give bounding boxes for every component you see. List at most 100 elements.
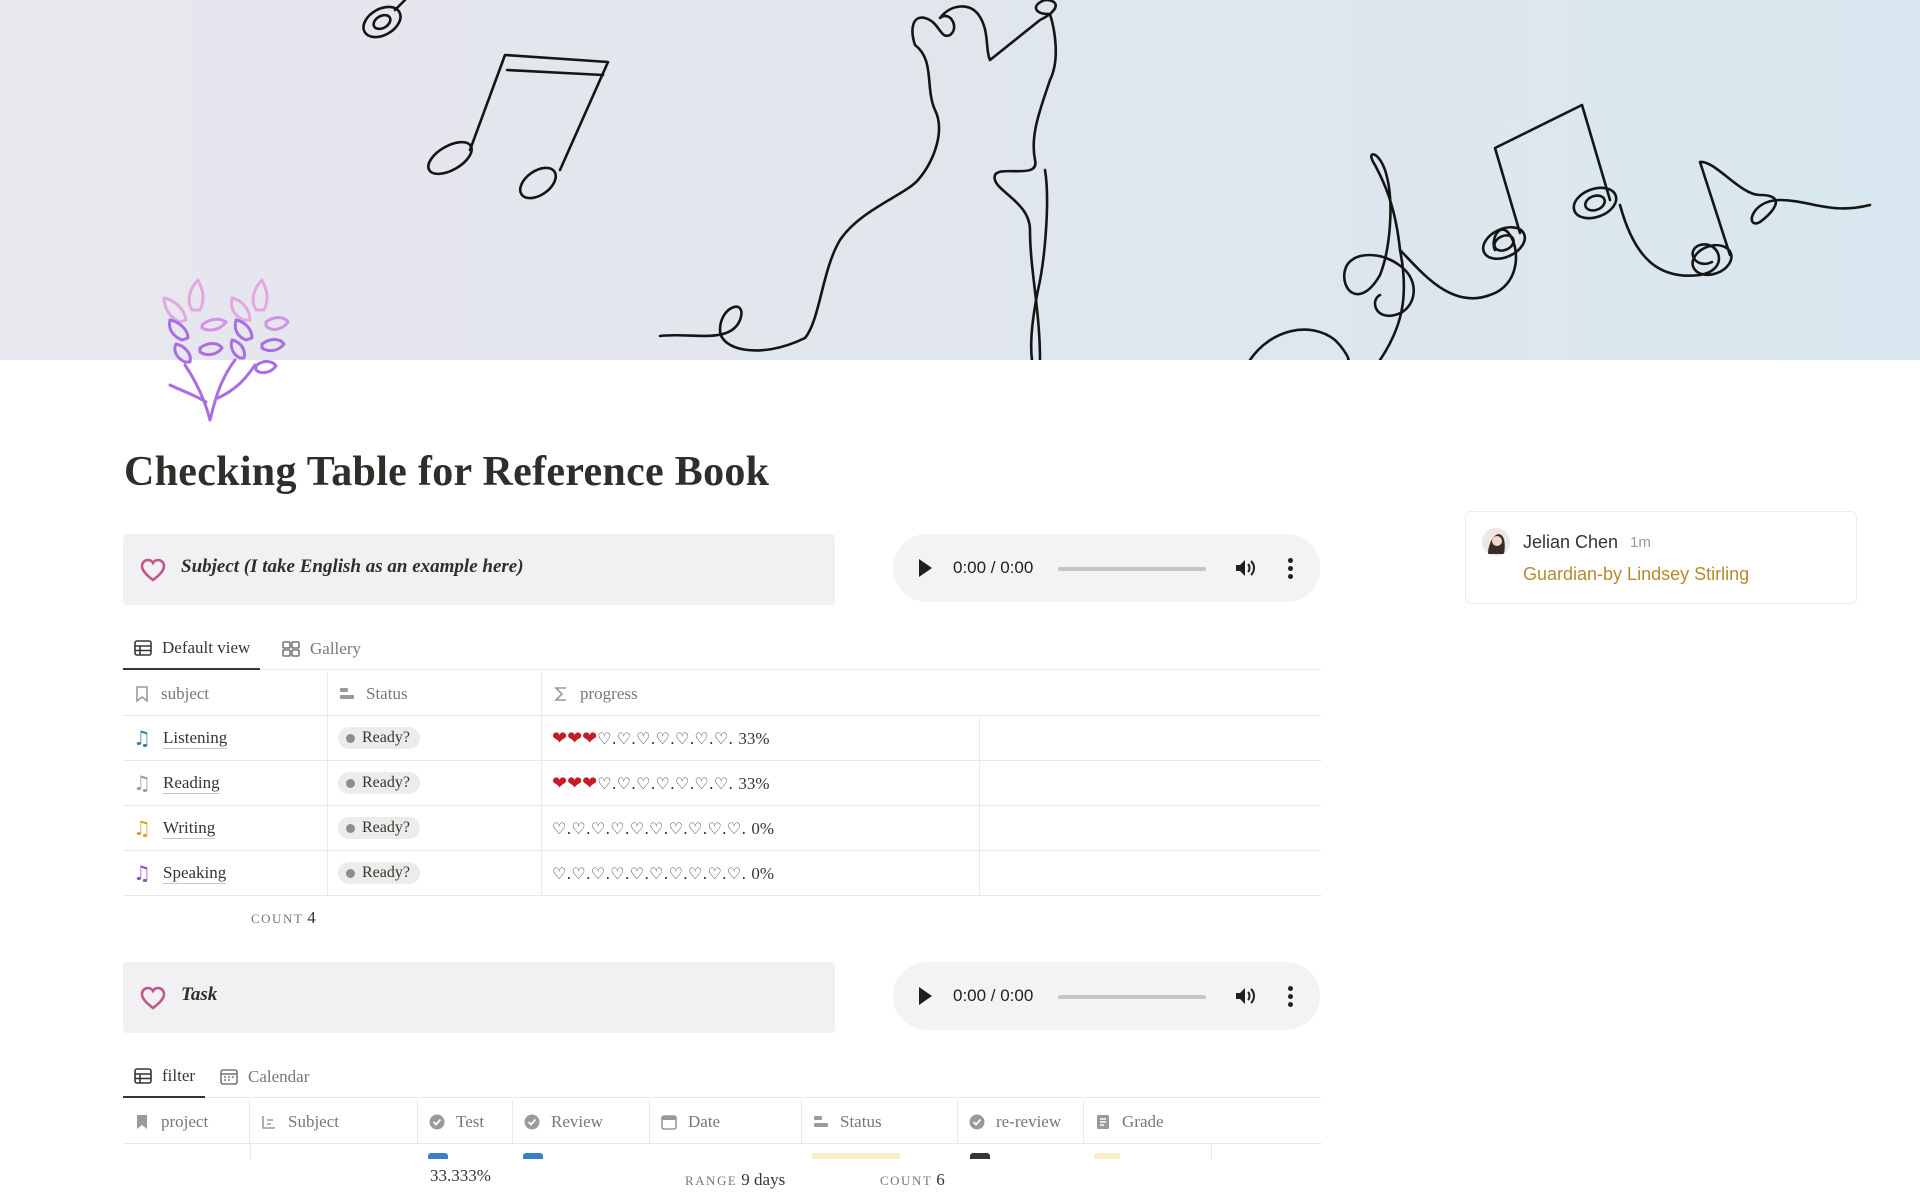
progress-cell: ❤❤❤♡.♡.♡.♡.♡.♡.♡. 33% <box>542 716 980 760</box>
progress-hearts-full: ❤❤❤ <box>552 772 598 794</box>
test-percent-checked[interactable]: 33.333% <box>430 1166 491 1186</box>
column-header-test[interactable]: Test <box>418 1100 513 1143</box>
comment-link[interactable]: Guardian-by Lindsey Stirling <box>1523 564 1749 585</box>
audio-player[interactable]: 0:00 / 0:00 <box>893 962 1320 1030</box>
music-note-icon: ♫ <box>133 816 151 840</box>
tab-filter[interactable]: filter <box>123 1056 206 1098</box>
progress-hearts-full: ❤❤❤ <box>552 727 598 749</box>
comment-author[interactable]: Jelian Chen <box>1523 532 1618 553</box>
audio-seek-bar[interactable] <box>1058 995 1206 999</box>
progress-percent: 0% <box>751 818 775 838</box>
avatar[interactable] <box>1482 528 1510 556</box>
progress-percent: 0% <box>751 863 775 883</box>
subject-table: subject Status progress ♫ Listening Read… <box>123 672 1321 896</box>
tab-label: filter <box>162 1066 196 1085</box>
heart-icon <box>140 986 166 1010</box>
progress-hearts-empty: ♡.♡.♡.♡.♡.♡.♡.♡.♡.♡. <box>552 818 747 838</box>
page-title: Checking Table for Reference Book <box>124 449 770 495</box>
bookmark-icon <box>136 685 148 703</box>
more-options-icon[interactable] <box>1287 556 1293 580</box>
status-cell[interactable]: Ready? <box>328 761 542 805</box>
column-header-status[interactable]: Status <box>802 1100 958 1143</box>
checkbox-icon <box>429 1114 445 1129</box>
status-badge: Ready? <box>338 727 420 749</box>
play-icon[interactable] <box>919 559 932 577</box>
status-icon <box>340 687 354 699</box>
progress-hearts-empty: ♡.♡.♡.♡.♡.♡.♡. <box>597 773 734 793</box>
tab-label: Default view <box>162 638 251 657</box>
table-row[interactable]: ♫ Reading Ready? ❤❤❤♡.♡.♡.♡.♡.♡.♡. 33% <box>123 761 1321 806</box>
column-header-subject[interactable]: Subject <box>250 1100 418 1143</box>
lavender-icon[interactable] <box>140 270 300 430</box>
column-header-status[interactable]: Status <box>328 672 542 715</box>
status-badge: Ready? <box>338 862 420 884</box>
audio-player[interactable]: 0:00 / 0:00 <box>893 534 1320 602</box>
status-badge: Ready? <box>338 817 420 839</box>
re-review-checkbox[interactable] <box>970 1153 990 1159</box>
table-header: subject Status progress <box>123 672 1321 716</box>
table-header: project Subject Test Review Date Status … <box>123 1100 1321 1144</box>
status-cell[interactable]: Ready? <box>328 806 542 850</box>
progress-hearts-empty: ♡.♡.♡.♡.♡.♡.♡. <box>597 728 734 748</box>
table-row[interactable]: ♫ Listening Ready? ❤❤❤♡.♡.♡.♡.♡.♡.♡. 33% <box>123 716 1321 761</box>
audio-time: 0:00 / 0:00 <box>953 986 1034 1005</box>
column-header-subject[interactable]: subject <box>123 672 328 715</box>
task-view-tabs: filter Calendar <box>123 1056 1321 1098</box>
progress-cell: ♡.♡.♡.♡.♡.♡.♡.♡.♡.♡. 0% <box>542 851 980 895</box>
status-badge[interactable] <box>812 1153 900 1159</box>
task-table: project Subject Test Review Date Status … <box>123 1100 1321 1144</box>
column-header-re-review[interactable]: re-review <box>958 1100 1084 1143</box>
subject-cell[interactable]: ♫ Reading <box>123 761 328 805</box>
calendar-icon <box>220 1069 238 1085</box>
tab-gallery[interactable]: Gallery <box>271 628 371 670</box>
column-header-review[interactable]: Review <box>513 1100 650 1143</box>
review-checkbox[interactable] <box>523 1153 543 1159</box>
formula-icon <box>554 686 566 701</box>
subject-cell[interactable]: ♫ Listening <box>123 716 328 760</box>
table-icon <box>134 640 152 656</box>
volume-icon[interactable] <box>1233 556 1257 580</box>
more-options-icon[interactable] <box>1287 984 1293 1008</box>
status-cell[interactable]: Ready? <box>328 716 542 760</box>
tab-label: Calendar <box>248 1067 310 1086</box>
table-row[interactable]: ♫ Writing Ready? ♡.♡.♡.♡.♡.♡.♡.♡.♡.♡. 0% <box>123 806 1321 851</box>
tab-label: Gallery <box>310 639 361 658</box>
audio-seek-bar[interactable] <box>1058 567 1206 571</box>
status-icon <box>814 1115 828 1127</box>
column-header-date[interactable]: Date <box>650 1100 802 1143</box>
table-icon <box>134 1068 152 1084</box>
progress-percent: 33% <box>738 728 770 748</box>
status-badge: Ready? <box>338 772 420 794</box>
comment-card[interactable]: Jelian Chen 1m Guardian-by Lindsey Stirl… <box>1465 511 1857 604</box>
volume-icon[interactable] <box>1233 984 1257 1008</box>
tab-calendar[interactable]: Calendar <box>209 1056 319 1098</box>
column-header-project[interactable]: project <box>123 1100 250 1143</box>
date-range[interactable]: RANGE 9 days <box>685 1170 785 1190</box>
subject-count[interactable]: COUNT 4 <box>251 908 316 928</box>
checkbox-icon <box>524 1114 540 1129</box>
relation-icon <box>262 1115 275 1129</box>
grade-badge[interactable] <box>1094 1153 1120 1159</box>
tab-default-view[interactable]: Default view <box>123 628 261 670</box>
subject-callout: Subject (I take English as an example he… <box>123 534 835 605</box>
comment-time: 1m <box>1630 534 1651 551</box>
music-note-icon: ♫ <box>133 771 151 795</box>
subject-cell[interactable]: ♫ Writing <box>123 806 328 850</box>
test-checkbox[interactable] <box>428 1153 448 1159</box>
music-note-icon: ♫ <box>133 861 151 885</box>
task-count[interactable]: COUNT 6 <box>880 1170 945 1190</box>
table-row[interactable]: ♫ Speaking Ready? ♡.♡.♡.♡.♡.♡.♡.♡.♡.♡. 0… <box>123 851 1321 896</box>
checkbox-icon <box>969 1114 985 1129</box>
grade-icon <box>1097 1114 1109 1129</box>
callout-text: Subject (I take English as an example he… <box>181 556 524 577</box>
heart-icon <box>140 558 166 582</box>
play-icon[interactable] <box>919 987 932 1005</box>
progress-hearts-empty: ♡.♡.♡.♡.♡.♡.♡.♡.♡.♡. <box>552 863 747 883</box>
calendar-icon <box>661 1114 677 1130</box>
status-cell[interactable]: Ready? <box>328 851 542 895</box>
column-header-grade[interactable]: Grade <box>1084 1100 1321 1143</box>
progress-cell: ♡.♡.♡.♡.♡.♡.♡.♡.♡.♡. 0% <box>542 806 980 850</box>
column-header-progress[interactable]: progress <box>542 672 1321 715</box>
bookmark-icon <box>137 1114 147 1129</box>
subject-cell[interactable]: ♫ Speaking <box>123 851 328 895</box>
